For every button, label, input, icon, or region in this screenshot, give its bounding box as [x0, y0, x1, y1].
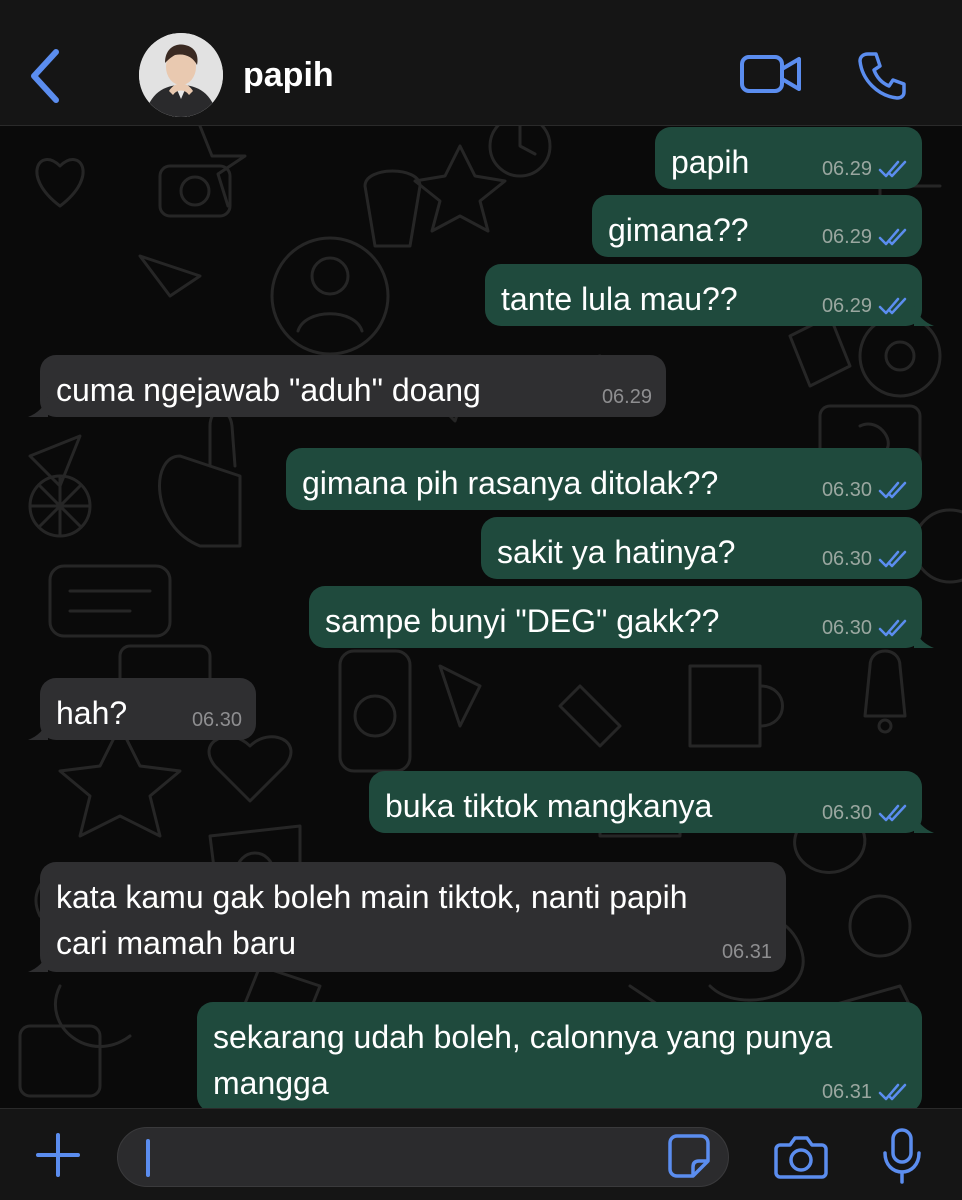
message-outgoing[interactable]: sakit ya hatinya? 06.30 [481, 517, 922, 579]
voice-call-button[interactable] [856, 50, 908, 102]
message-time: 06.30 [821, 479, 872, 501]
message-text-line: mangga [213, 1065, 329, 1101]
message-text-line: sekarang udah boleh, calonnya yang punya [213, 1019, 833, 1055]
message-time: 06.31 [721, 941, 772, 963]
video-camera-icon [740, 55, 801, 93]
bubble-tail [28, 720, 48, 740]
message-text: cuma ngejawab "aduh" doang [56, 372, 481, 408]
message-outgoing[interactable]: gimana?? 06.29 [592, 195, 922, 257]
video-call-button[interactable] [739, 52, 803, 96]
double-check-icon [878, 1083, 907, 1101]
text-cursor [146, 1139, 150, 1177]
message-outgoing[interactable]: buka tiktok mangkanya 06.30 [369, 771, 934, 833]
message-outgoing[interactable]: sekarang udah boleh, calonnya yang punya… [197, 1002, 922, 1108]
double-check-icon [878, 481, 907, 499]
double-check-icon [878, 228, 907, 246]
double-check-icon [878, 550, 907, 568]
contact-name[interactable]: papih [243, 56, 334, 95]
message-incoming[interactable]: kata kamu gak boleh main tiktok, nanti p… [28, 862, 786, 972]
message-outgoing[interactable]: sampe bunyi "DEG" gakk?? 06.30 [309, 586, 934, 648]
message-input-bar [0, 1108, 962, 1200]
message-outgoing[interactable]: papih 06.29 [655, 127, 922, 189]
message-meta: 06.29 [822, 294, 908, 318]
message-meta: 06.31 [822, 1080, 908, 1104]
message-time: 06.30 [191, 709, 242, 731]
message-incoming[interactable]: hah? 06.30 [28, 678, 256, 740]
message-meta: 06.30 [822, 801, 908, 825]
sticker-icon [668, 1134, 710, 1178]
chat-header: papih [0, 0, 962, 126]
bubble-tail [914, 306, 934, 326]
back-button[interactable] [24, 46, 68, 106]
message-time: 06.31 [821, 1081, 872, 1103]
sticker-button[interactable] [667, 1133, 711, 1179]
message-meta: 06.29 [602, 385, 652, 409]
message-time: 06.30 [821, 548, 872, 570]
double-check-icon [878, 297, 907, 315]
contact-photo [139, 33, 223, 117]
bubble-tail [28, 952, 48, 972]
message-time: 06.29 [821, 295, 872, 317]
message-time: 06.29 [601, 386, 652, 408]
message-meta: 06.29 [822, 157, 908, 181]
camera-icon [774, 1136, 828, 1179]
message-incoming[interactable]: cuma ngejawab "aduh" doang 06.29 [28, 355, 666, 417]
plus-icon [36, 1133, 80, 1177]
message-outgoing[interactable]: tante lula mau?? 06.29 [485, 264, 934, 326]
message-input[interactable] [117, 1127, 729, 1187]
message-outgoing[interactable]: gimana pih rasanya ditolak?? 06.30 [286, 448, 922, 510]
bubble-tail [914, 813, 934, 833]
message-meta: 06.29 [822, 225, 908, 249]
message-time: 06.29 [821, 226, 872, 248]
phone-icon [858, 52, 906, 100]
microphone-icon [883, 1128, 921, 1184]
attach-button[interactable] [34, 1131, 82, 1179]
avatar[interactable] [139, 33, 223, 117]
message-meta: 06.31 [722, 940, 772, 964]
double-check-icon [878, 619, 907, 637]
chevron-left-icon [31, 49, 59, 103]
message-meta: 06.30 [822, 478, 908, 502]
double-check-icon [878, 804, 907, 822]
bubble-tail [28, 397, 48, 417]
message-time: 06.29 [821, 158, 872, 180]
message-time: 06.30 [821, 802, 872, 824]
chat-area[interactable]: papih 06.29 gimana?? 06.29 tante lula ma… [0, 126, 962, 1108]
double-check-icon [878, 160, 907, 178]
camera-button[interactable] [774, 1133, 828, 1181]
message-text-line: cari mamah baru [56, 925, 297, 961]
message-time: 06.30 [821, 617, 872, 639]
message-text: sampe bunyi "DEG" gakk?? [325, 603, 720, 639]
message-meta: 06.30 [822, 547, 908, 571]
message-text-line: kata kamu gak boleh main tiktok, nanti p… [56, 879, 688, 915]
microphone-button[interactable] [880, 1127, 924, 1185]
message-meta: 06.30 [192, 708, 242, 732]
bubble-tail [914, 628, 934, 648]
message-meta: 06.30 [822, 616, 908, 640]
message-text: gimana pih rasanya ditolak?? [302, 465, 719, 501]
